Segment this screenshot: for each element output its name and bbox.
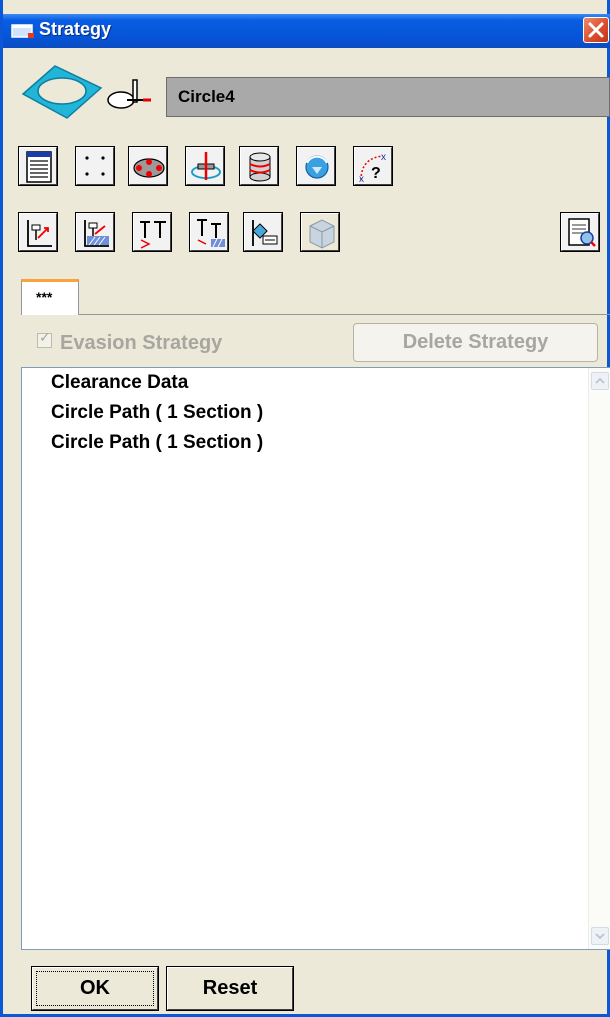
reset-label: Reset (202, 977, 258, 999)
stock-cylinder-button[interactable] (239, 146, 279, 186)
report-preview-button[interactable] (560, 212, 600, 252)
rotation-sphere-icon (305, 155, 329, 179)
focus-rect (36, 971, 154, 1006)
vertical-scrollbar[interactable] (588, 368, 610, 949)
cube-disabled-button[interactable] (300, 212, 340, 252)
chevron-down-icon (595, 933, 605, 940)
chevron-up-icon (595, 377, 605, 384)
drill-points-button[interactable] (128, 146, 168, 186)
stock-cylinder-icon (249, 152, 271, 182)
pocket-outline-icon (21, 65, 103, 119)
strategy-window: Strategy Circle4 ? x x *** ✓ Evasion Str… (0, 0, 610, 1017)
tool-depth-hatched-button[interactable] (189, 212, 229, 252)
points-pattern-icon (85, 156, 105, 176)
approach-hatched-button[interactable] (75, 212, 115, 252)
tool-depth-hatched-icon (197, 219, 225, 248)
parameters-list-icon (26, 151, 52, 183)
check-icon: ✓ (39, 329, 51, 345)
clamp-offset-icon (252, 220, 278, 246)
unknown-path-icon: ? x x (359, 152, 386, 184)
window-title: Strategy (39, 19, 112, 39)
delete-strategy-button[interactable]: Delete Strategy (353, 323, 598, 362)
tool-axis-button[interactable] (185, 146, 225, 186)
tool-depth-button[interactable] (132, 212, 172, 252)
approach-hatched-icon (84, 220, 109, 247)
drill-points-icon (133, 158, 165, 178)
unknown-path-button[interactable]: ? x x (353, 146, 393, 186)
close-icon (588, 22, 604, 38)
rotation-sphere-button[interactable] (296, 146, 336, 186)
tool-axis-icon (191, 152, 221, 180)
report-preview-icon (568, 218, 596, 247)
tab-divider (79, 314, 610, 315)
approach-axes-button[interactable] (18, 212, 58, 252)
cube-disabled-icon (309, 219, 335, 249)
approach-axes-icon (27, 220, 52, 247)
ok-button[interactable]: OK (31, 966, 159, 1011)
title-bar[interactable]: Strategy (3, 14, 610, 48)
checkbox-box[interactable]: ✓ (37, 329, 52, 348)
list-item[interactable]: Clearance Data (51, 372, 188, 394)
tool-holder-icon (107, 79, 151, 109)
list-item[interactable]: Circle Path ( 1 Section ) (51, 402, 263, 424)
scroll-down-button[interactable] (591, 927, 609, 945)
scroll-up-button[interactable] (591, 372, 609, 390)
svg-text:x: x (381, 152, 386, 163)
strategy-list[interactable]: Clearance Data Circle Path ( 1 Section )… (21, 367, 610, 950)
svg-text:?: ? (371, 165, 381, 182)
evasion-strategy-label: Evasion Strategy (60, 332, 223, 354)
tool-depth-icon (140, 221, 166, 249)
tab-strategy[interactable]: *** (21, 279, 79, 315)
operation-name-field[interactable]: Circle4 (166, 77, 610, 117)
clamp-offset-button[interactable] (243, 212, 283, 252)
list-item[interactable]: Circle Path ( 1 Section ) (51, 432, 263, 454)
reset-button[interactable]: Reset (166, 966, 294, 1011)
points-pattern-button[interactable] (75, 146, 115, 186)
close-button[interactable] (583, 17, 609, 43)
parameters-list-button[interactable] (18, 146, 58, 186)
window-app-icon (11, 24, 34, 38)
evasion-strategy-checkbox[interactable]: ✓ Evasion Strategy (37, 329, 223, 355)
svg-text:x: x (359, 174, 364, 184)
